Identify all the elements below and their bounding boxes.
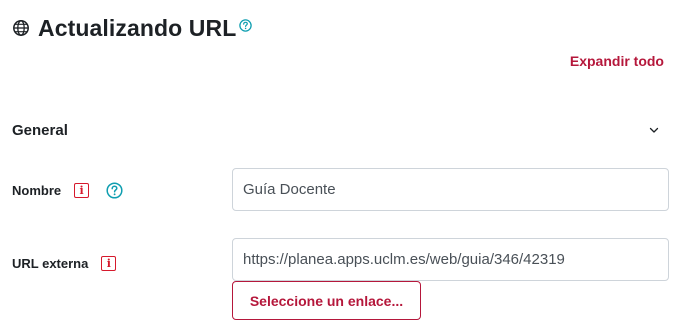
page: Actualizando URL Expandir todo General N… [0,0,676,328]
external-url-field[interactable] [232,238,669,281]
globe-icon [12,19,30,37]
required-info-icon: i [74,182,90,198]
question-circle-icon[interactable] [106,181,123,199]
name-label: Nombre [12,182,62,198]
external-url-label: URL externa [12,255,89,271]
name-field[interactable] [232,168,669,211]
select-link-button[interactable]: Seleccione un enlace... [232,281,421,320]
page-title: Actualizando URL [38,14,237,41]
page-header: Actualizando URL [12,10,253,46]
name-label-group: Nombre i [12,180,123,200]
external-url-label-group: URL externa i [12,253,117,273]
question-circle-icon[interactable] [239,18,253,32]
section-header-general[interactable]: General [12,116,664,144]
section-title: General [12,121,68,139]
chevron-down-icon[interactable] [648,124,660,136]
expand-all-link[interactable]: Expandir todo [570,53,664,69]
required-info-icon: i [101,255,117,271]
